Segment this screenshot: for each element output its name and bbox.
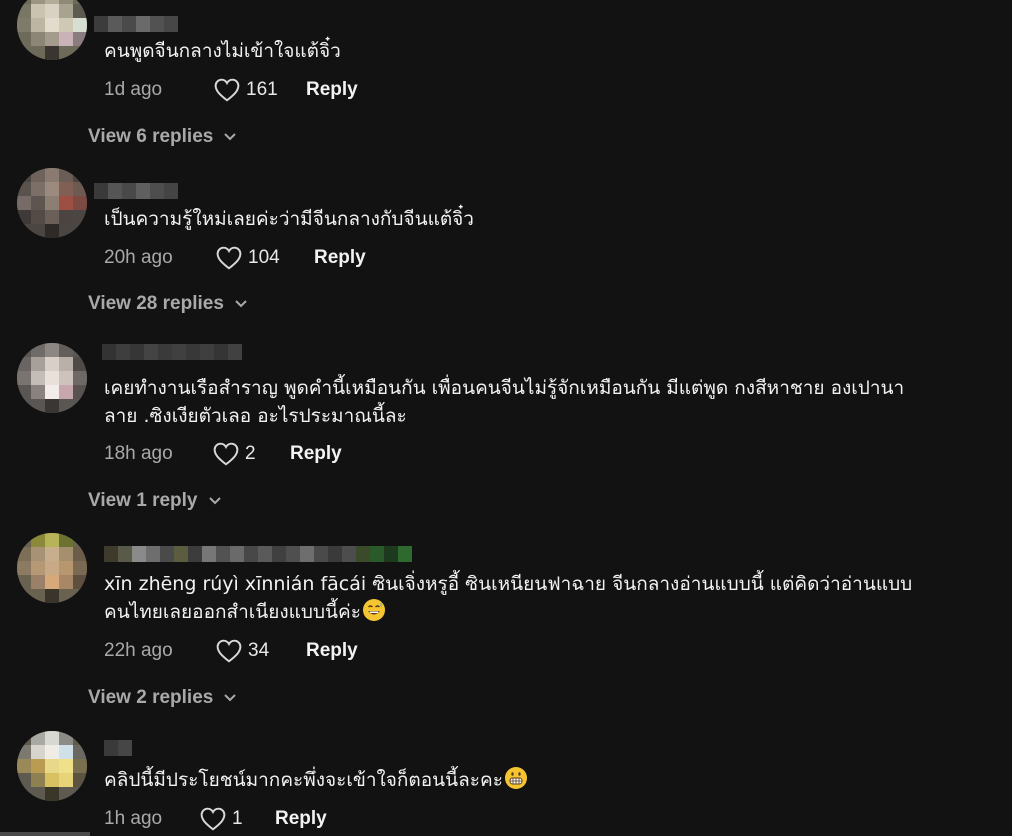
comment-text-line: คลิปนี้มีประโยชน์มากคะพึ่งจะเข้าใจก็ตอนน… [104,769,503,791]
heart-icon[interactable] [216,639,242,663]
view-replies-label: View 28 replies [88,293,224,314]
like-button[interactable]: 34 [216,639,306,663]
avatar[interactable] [17,533,87,603]
view-replies-label: View 1 reply [88,490,198,511]
timestamp: 1h ago [104,808,163,829]
like-button[interactable]: 161 [214,78,306,102]
like-button[interactable]: 2 [213,442,290,466]
view-replies-label: View 6 replies [88,126,214,147]
heart-icon[interactable] [200,807,226,831]
comment-meta: 22h ago 34 Reply [104,638,358,664]
reply-button[interactable]: Reply [314,247,366,269]
avatar[interactable] [17,343,87,413]
comment-meta: 1h ago 1 Reply [104,806,327,832]
comment-text-line: ลาย .ซิงเงียตัวเลอ อะไรประมาณนี้ละ [104,405,407,427]
avatar[interactable] [17,0,87,60]
bottom-divider [0,832,90,836]
comment-text-line-2: คนไทยเลยออกสำเนียงแบบนี้ค่ะ [104,598,984,626]
view-replies-button[interactable]: View 2 replies [88,685,237,711]
reply-button[interactable]: Reply [306,79,358,101]
reply-button[interactable]: Reply [290,443,342,465]
view-replies-button[interactable]: View 1 reply [88,488,222,514]
timestamp: 22h ago [104,640,173,661]
chevron-down-icon [224,133,237,141]
comment-text-line: คนไทยเลยออกสำเนียงแบบนี้ค่ะ [104,601,361,623]
heart-icon[interactable] [213,442,239,466]
avatar[interactable] [17,731,87,801]
heart-icon[interactable] [214,78,240,102]
chevron-down-icon [208,497,221,505]
avatar[interactable] [17,168,87,238]
grin-emoji-icon [504,767,527,789]
username-blurred[interactable] [94,183,178,199]
username-blurred[interactable] [104,740,132,756]
view-replies-button[interactable]: View 6 replies [88,124,237,150]
comment-meta: 18h ago 2 Reply [104,441,342,467]
heart-icon[interactable] [216,246,242,270]
like-count: 2 [245,443,256,464]
like-count: 161 [246,79,278,100]
username-blurred[interactable] [94,16,178,32]
comment-text-line: เป็นความรู้ใหม่เลยค่ะว่ามีจีนกลางกับจีนแ… [104,208,474,230]
comment-meta: 20h ago 104 Reply [104,245,366,271]
view-replies-button[interactable]: View 28 replies [88,291,248,317]
sweat-smile-emoji-icon [362,599,385,621]
username-blurred[interactable] [104,546,412,562]
like-button[interactable]: 1 [200,807,275,831]
reply-button[interactable]: Reply [306,640,358,662]
comment-text: คลิปนี้มีประโยชน์มากคะพึ่งจะเข้าใจก็ตอนน… [104,766,984,794]
like-count: 104 [248,247,280,268]
comment-text: เคยทำงานเรือสำราญ พูดคำนี้เหมือนกัน เพื่… [104,374,984,430]
reply-button[interactable]: Reply [275,808,327,830]
like-count: 1 [232,808,243,829]
timestamp: 1d ago [104,79,163,100]
like-count: 34 [248,640,270,661]
chevron-down-icon [235,300,247,308]
comment-text-line: เคยทำงานเรือสำราญ พูดคำนี้เหมือนกัน เพื่… [104,377,905,399]
view-replies-label: View 2 replies [88,687,214,708]
username-blurred[interactable] [102,344,242,360]
comment-text: เป็นความรู้ใหม่เลยค่ะว่ามีจีนกลางกับจีนแ… [104,205,984,233]
like-button[interactable]: 104 [216,246,314,270]
timestamp: 20h ago [104,247,173,268]
comment-text-line: xīn zhēng rúyì xīnnián fācái ซินเจิ่งหรู… [104,573,913,595]
comment-text: คนพูดจีนกลางไม่เข้าใจแต้จิ๋ว [104,37,984,65]
chevron-down-icon [224,694,237,702]
comment-text-line: คนพูดจีนกลางไม่เข้าใจแต้จิ๋ว [104,40,341,62]
timestamp: 18h ago [104,443,173,464]
comment-text: xīn zhēng rúyì xīnnián fācái ซินเจิ่งหรู… [104,570,984,626]
comment-meta: 1d ago 161 Reply [104,77,358,103]
